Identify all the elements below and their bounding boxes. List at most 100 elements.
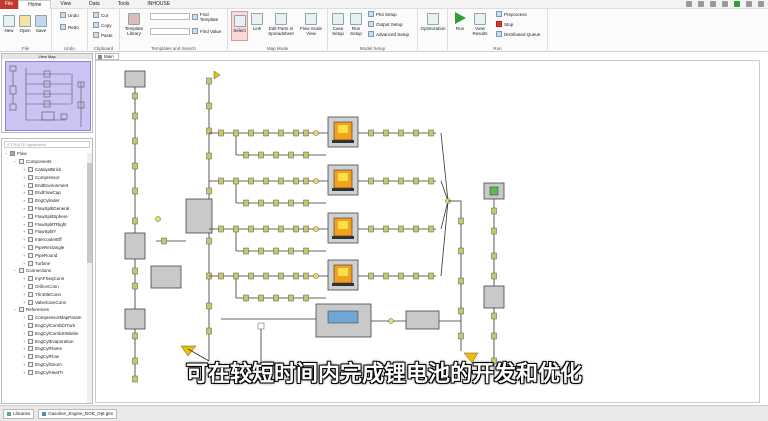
tree-item[interactable]: + CatalystBrick xyxy=(2,166,92,174)
stop-icon xyxy=(496,21,502,27)
intercooler-component xyxy=(124,308,146,330)
tree-item[interactable]: + PipeRound xyxy=(2,251,92,259)
tree-item[interactable]: − Components xyxy=(2,158,92,166)
tree-item[interactable]: + EndFlowCap xyxy=(2,189,92,197)
model-canvas[interactable] xyxy=(95,60,760,403)
view-map-viewport[interactable] xyxy=(5,61,91,131)
model-file-tab[interactable]: Gasoline_Engine_DOE_Opt.gtm xyxy=(38,408,118,419)
pipe-element xyxy=(413,129,419,137)
pipe-element xyxy=(132,187,138,195)
template-icon xyxy=(28,244,33,250)
undo-label: Undo xyxy=(68,12,79,18)
find-value-input[interactable] xyxy=(150,28,190,35)
run-setup-icon xyxy=(350,13,362,25)
run-quick-icon[interactable] xyxy=(734,1,740,7)
tree-item[interactable]: + IntercoolerEff xyxy=(2,236,92,244)
throttle-component xyxy=(150,265,182,289)
pipe-element xyxy=(218,177,224,185)
tree-item[interactable]: + ValveCamConn xyxy=(2,298,92,306)
select-button[interactable]: Select xyxy=(231,11,248,41)
cut-button[interactable]: Cut xyxy=(93,12,108,18)
tab-data[interactable]: Data xyxy=(80,0,109,9)
qat-icon[interactable] xyxy=(686,1,692,7)
tab-main[interactable]: Main xyxy=(95,53,119,60)
tree-item[interactable]: + EngCylCombDITurb xyxy=(2,322,92,330)
tree-search-input[interactable]: GT-SUITE Application xyxy=(4,141,90,148)
find-template-input[interactable] xyxy=(150,13,190,20)
flow-scale-button[interactable]: Flow Scale View xyxy=(298,13,324,36)
qat-icon[interactable] xyxy=(698,1,704,7)
qat-icon[interactable] xyxy=(722,1,728,7)
preprocess-button[interactable]: Preprocess xyxy=(496,11,527,17)
plot-setup-button[interactable]: Plot Setup xyxy=(368,11,397,17)
tab-tools[interactable]: Tools xyxy=(109,0,139,9)
template-icon xyxy=(28,260,33,266)
stop-button[interactable]: Stop xyxy=(496,21,513,27)
tree-item[interactable]: + Turbine xyxy=(2,259,92,267)
tree-item[interactable]: − References xyxy=(2,306,92,314)
pipe-element xyxy=(428,272,434,280)
manifold-component xyxy=(185,198,213,234)
tab-view[interactable]: View xyxy=(51,0,80,9)
link-button[interactable]: Link xyxy=(250,13,264,31)
undo-button[interactable]: Undo xyxy=(60,12,79,18)
find-value-button[interactable]: Find Value xyxy=(192,28,221,34)
tree-item[interactable]: + EngCylEvaporation xyxy=(2,337,92,345)
tree-item[interactable]: + FlowSplitGeneral xyxy=(2,205,92,213)
queue-icon xyxy=(496,31,502,37)
pipe-element xyxy=(303,129,309,137)
tree-item[interactable]: + ThrottleConn xyxy=(2,290,92,298)
pipe-element xyxy=(368,225,374,233)
select-label: Select xyxy=(233,28,246,33)
tree-item[interactable]: + EngCylinder xyxy=(2,197,92,205)
tree-item[interactable]: + PipeRectangle xyxy=(2,244,92,252)
edit-parts-button[interactable]: Edit Parts in Spreadsheet xyxy=(266,13,296,36)
run-button[interactable]: Run xyxy=(452,11,468,31)
template-library-button[interactable]: Template Library xyxy=(123,13,145,36)
output-setup-label: Output Setup xyxy=(376,21,403,27)
qat-icon[interactable] xyxy=(746,1,752,7)
case-setup-button[interactable]: Case Setup xyxy=(330,13,346,36)
pipe-element xyxy=(293,129,299,137)
redo-button[interactable]: Redo xyxy=(60,24,79,30)
cylinder-flame-icon xyxy=(338,125,348,133)
tree-scrollbar-thumb[interactable] xyxy=(87,163,92,263)
optimization-button[interactable]: Optimization xyxy=(420,13,446,31)
tree-item[interactable]: + EndEnvironment xyxy=(2,181,92,189)
tree-item[interactable]: + FlowSplitTRight xyxy=(2,220,92,228)
tree-item[interactable]: − Flow xyxy=(2,150,92,158)
cylinder-flame-icon xyxy=(338,173,348,181)
tree-item[interactable]: + EngCylFlame xyxy=(2,345,92,353)
pipe-element xyxy=(243,199,249,207)
tree-item[interactable]: − Connections xyxy=(2,267,92,275)
tab-home[interactable]: Home xyxy=(18,0,52,9)
tab-inhouse[interactable]: INHOUSE xyxy=(138,0,179,9)
tree-item[interactable]: + EngCylCombSIWiebe xyxy=(2,329,92,337)
tree-item[interactable]: + FlowSplitY xyxy=(2,228,92,236)
qat-icon[interactable] xyxy=(758,1,764,7)
new-button[interactable]: New xyxy=(2,15,16,33)
template-icon xyxy=(28,174,33,180)
advanced-setup-button[interactable]: Advanced Setup xyxy=(368,31,409,37)
tree-item[interactable]: + CompressorMapParam xyxy=(2,314,92,322)
tree-item[interactable]: + InjAFSeqConn xyxy=(2,275,92,283)
view-results-button[interactable]: View Results xyxy=(470,13,490,36)
pipe-element xyxy=(218,272,224,280)
qat-icon[interactable] xyxy=(710,1,716,7)
copy-button[interactable]: Copy xyxy=(93,22,112,28)
distributed-queue-button[interactable]: Distributed Queue xyxy=(496,31,540,37)
file-menu[interactable]: File xyxy=(0,0,19,9)
tree-item[interactable]: + FlowSplitSphere xyxy=(2,212,92,220)
output-setup-button[interactable]: Output Setup xyxy=(368,21,403,27)
open-button[interactable]: Open xyxy=(18,15,32,33)
template-icon xyxy=(28,291,33,297)
save-button[interactable]: Save xyxy=(34,15,48,33)
paste-button[interactable]: Paste xyxy=(93,32,113,38)
tree-item[interactable]: + Compressor xyxy=(2,173,92,181)
find-template-button[interactable]: Find Template xyxy=(192,12,227,22)
libraries-tab[interactable]: Libraries xyxy=(3,408,35,419)
run-setup-button[interactable]: Run Setup xyxy=(348,13,364,36)
tree-item[interactable]: + OrificeConn xyxy=(2,283,92,291)
exhaust-pipe-component xyxy=(405,310,440,330)
pipe-element xyxy=(398,272,404,280)
